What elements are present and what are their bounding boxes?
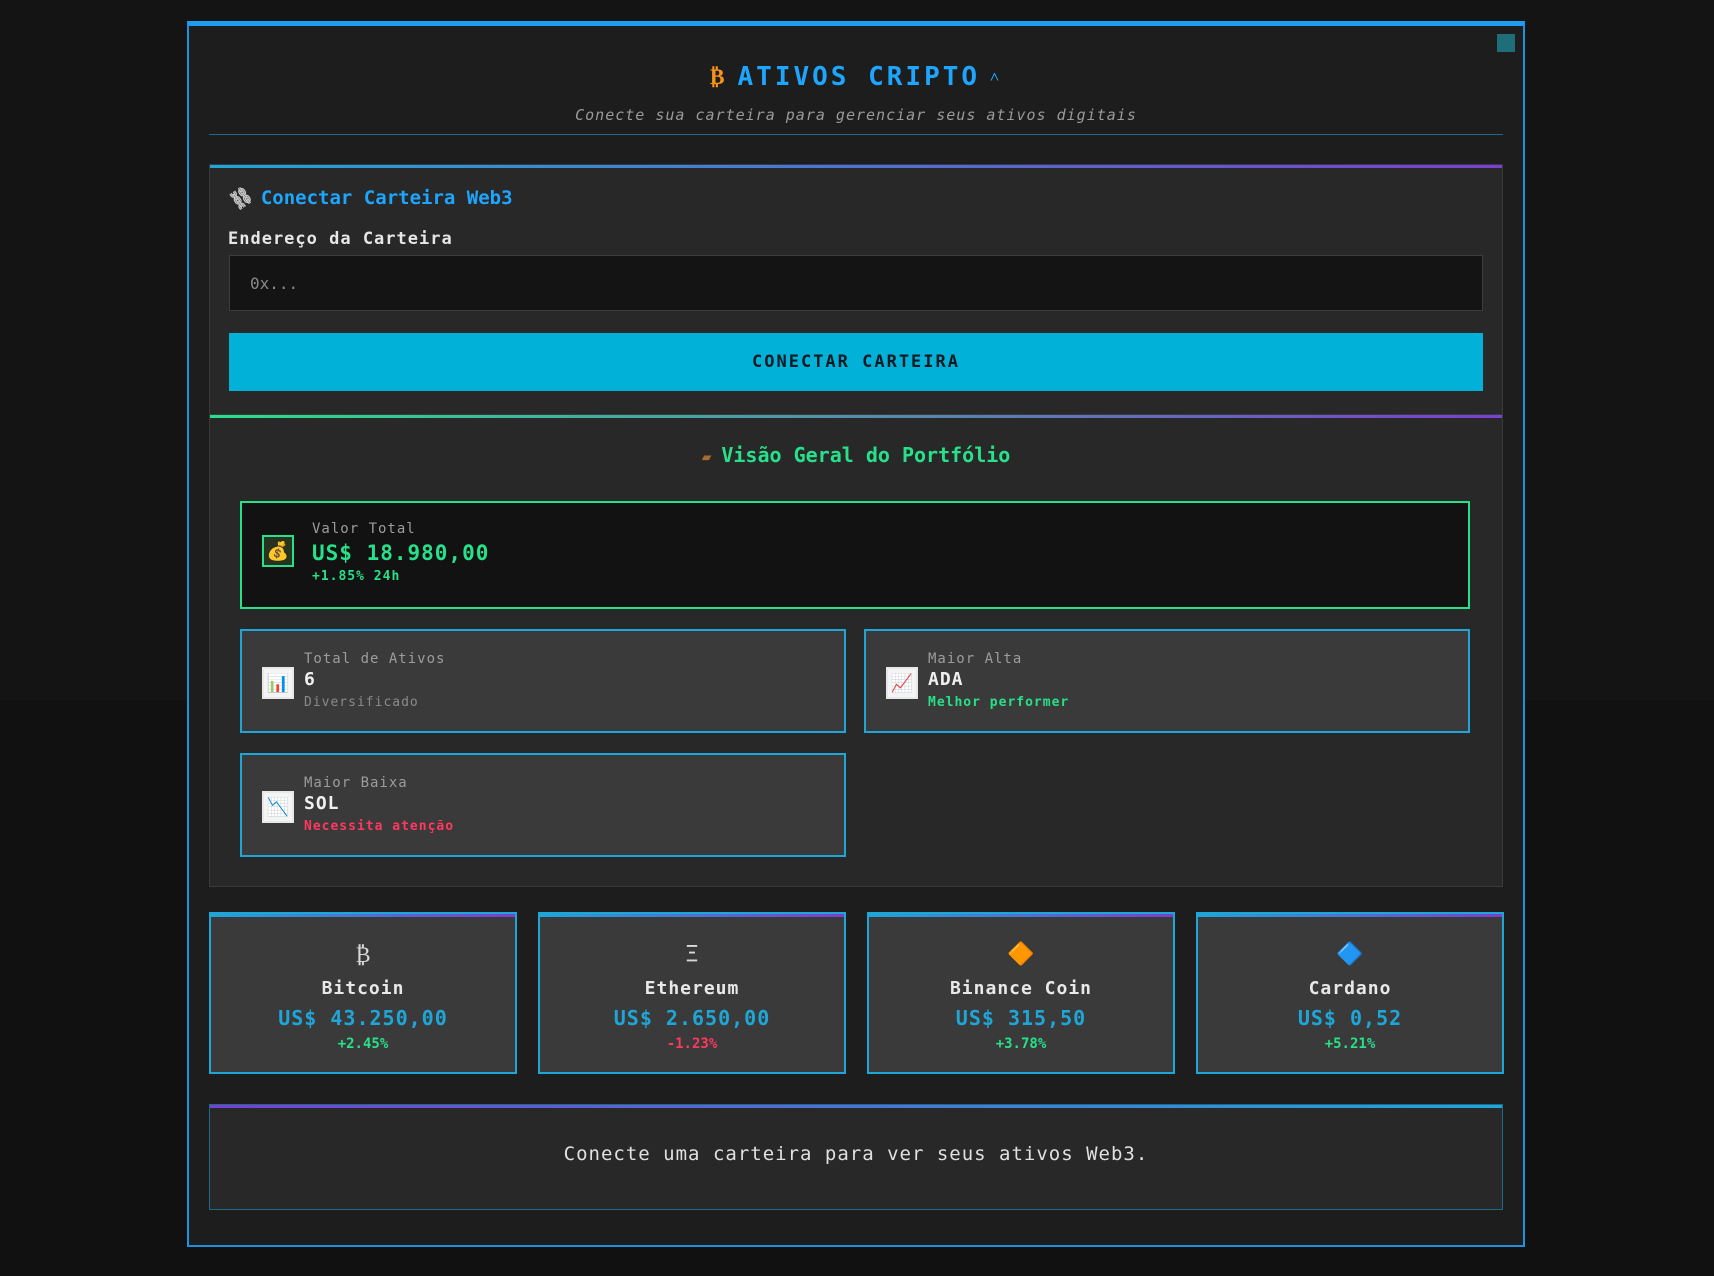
coin-price: US$ 43.250,00 [278, 1006, 448, 1030]
card-accent-bar [210, 165, 1502, 168]
stat-note: Melhor performer [928, 695, 1070, 710]
coin-card-cardano[interactable]: 🔷 Cardano US$ 0,52 +5.21% [1196, 912, 1504, 1074]
trend-down-icon: 📉 [262, 791, 294, 823]
briefcase-icon: ▰ [701, 447, 712, 466]
empty-state-message: Conecte uma carteira para ver seus ativo… [563, 1143, 1149, 1165]
connect-wallet-title: ⛓ Conectar Carteira Web3 [226, 183, 513, 213]
ethereum-icon: Ξ [685, 942, 699, 967]
bitcoin-icon: ₿ [355, 943, 371, 968]
stat-note: Diversificado [304, 695, 419, 710]
stat-note: Necessita atenção [304, 819, 455, 834]
collapse-caret-icon[interactable]: ˄ [990, 67, 1002, 87]
coin-change: +3.78% [995, 1036, 1047, 1052]
connect-wallet-title-text: Conectar Carteira Web3 [260, 187, 513, 209]
coin-price: US$ 0,52 [1297, 1006, 1403, 1030]
stat-value: US$ 18.980,00 [312, 541, 490, 565]
coin-name: Ethereum [644, 978, 740, 999]
coin-price: US$ 315,50 [955, 1006, 1087, 1030]
page-subtitle: Conecte sua carteira para gerenciar seus… [575, 106, 1137, 124]
money-bag-icon: 💰 [262, 535, 294, 567]
stat-value: 6 [304, 669, 316, 690]
card-accent-bar [210, 415, 1502, 418]
wallet-assets-empty-state: Conecte uma carteira para ver seus ativo… [209, 1104, 1503, 1210]
card-accent-bar [211, 914, 515, 917]
panel-header: ₿ ATIVOS CRIPTO ˄ Conecte sua carteira p… [189, 62, 1523, 124]
header-divider [209, 134, 1503, 135]
portfolio-title: ▰ Visão Geral do Portfólio [210, 443, 1502, 467]
stat-change: +1.85% 24h [312, 569, 401, 584]
total-value-stat: 💰 Valor Total US$ 18.980,00 +1.85% 24h [240, 501, 1470, 609]
connect-wallet-card: ⛓ Conectar Carteira Web3 Endereço da Car… [209, 164, 1503, 416]
portfolio-title-text: Visão Geral do Portfólio [721, 443, 1011, 467]
bar-chart-icon: 📊 [262, 667, 294, 699]
coin-change: -1.23% [666, 1036, 718, 1052]
coin-card-ethereum[interactable]: Ξ Ethereum US$ 2.650,00 -1.23% [538, 912, 846, 1074]
stat-label: Total de Ativos [304, 651, 446, 667]
bitcoin-icon: ₿ [709, 65, 728, 90]
coin-change: +2.45% [337, 1036, 389, 1052]
connect-wallet-button[interactable]: CONECTAR CARTEIRA [229, 333, 1483, 391]
crypto-assets-panel: ₿ ATIVOS CRIPTO ˄ Conecte sua carteira p… [187, 21, 1525, 1247]
stat-label: Maior Alta [928, 651, 1023, 667]
coin-price: US$ 2.650,00 [613, 1006, 771, 1030]
wallet-address-input[interactable] [229, 255, 1483, 311]
stat-value: ADA [928, 669, 964, 690]
card-accent-bar [540, 914, 844, 917]
coin-name: Binance Coin [949, 978, 1093, 999]
coin-change: +5.21% [1324, 1036, 1376, 1052]
stat-label: Maior Baixa [304, 775, 408, 791]
coin-card-binance-coin[interactable]: 🔶 Binance Coin US$ 315,50 +3.78% [867, 912, 1175, 1074]
top-loser-stat: 📉 Maior Baixa SOL Necessita atenção [240, 753, 846, 857]
corner-toggle-button[interactable] [1497, 34, 1515, 52]
coin-name: Cardano [1308, 978, 1392, 999]
trend-up-icon: 📈 [886, 667, 918, 699]
wallet-address-label: Endereço da Carteira [228, 229, 453, 249]
card-accent-bar [869, 914, 1173, 917]
link-icon: ⛓ [226, 182, 257, 214]
coin-card-bitcoin[interactable]: ₿ Bitcoin US$ 43.250,00 +2.45% [209, 912, 517, 1074]
page-title: ATIVOS CRIPTO [737, 62, 981, 92]
coin-name: Bitcoin [321, 978, 405, 999]
blue-diamond-icon: 🔷 [1336, 942, 1364, 967]
stat-value: SOL [304, 793, 340, 814]
stat-label: Valor Total [312, 521, 416, 537]
total-assets-stat: 📊 Total de Ativos 6 Diversificado [240, 629, 846, 733]
portfolio-overview-card: ▰ Visão Geral do Portfólio 💰 Valor Total … [209, 414, 1503, 887]
top-gainer-stat: 📈 Maior Alta ADA Melhor performer [864, 629, 1470, 733]
card-accent-bar [210, 1105, 1502, 1108]
orange-diamond-icon: 🔶 [1007, 942, 1035, 967]
card-accent-bar [1198, 914, 1502, 917]
